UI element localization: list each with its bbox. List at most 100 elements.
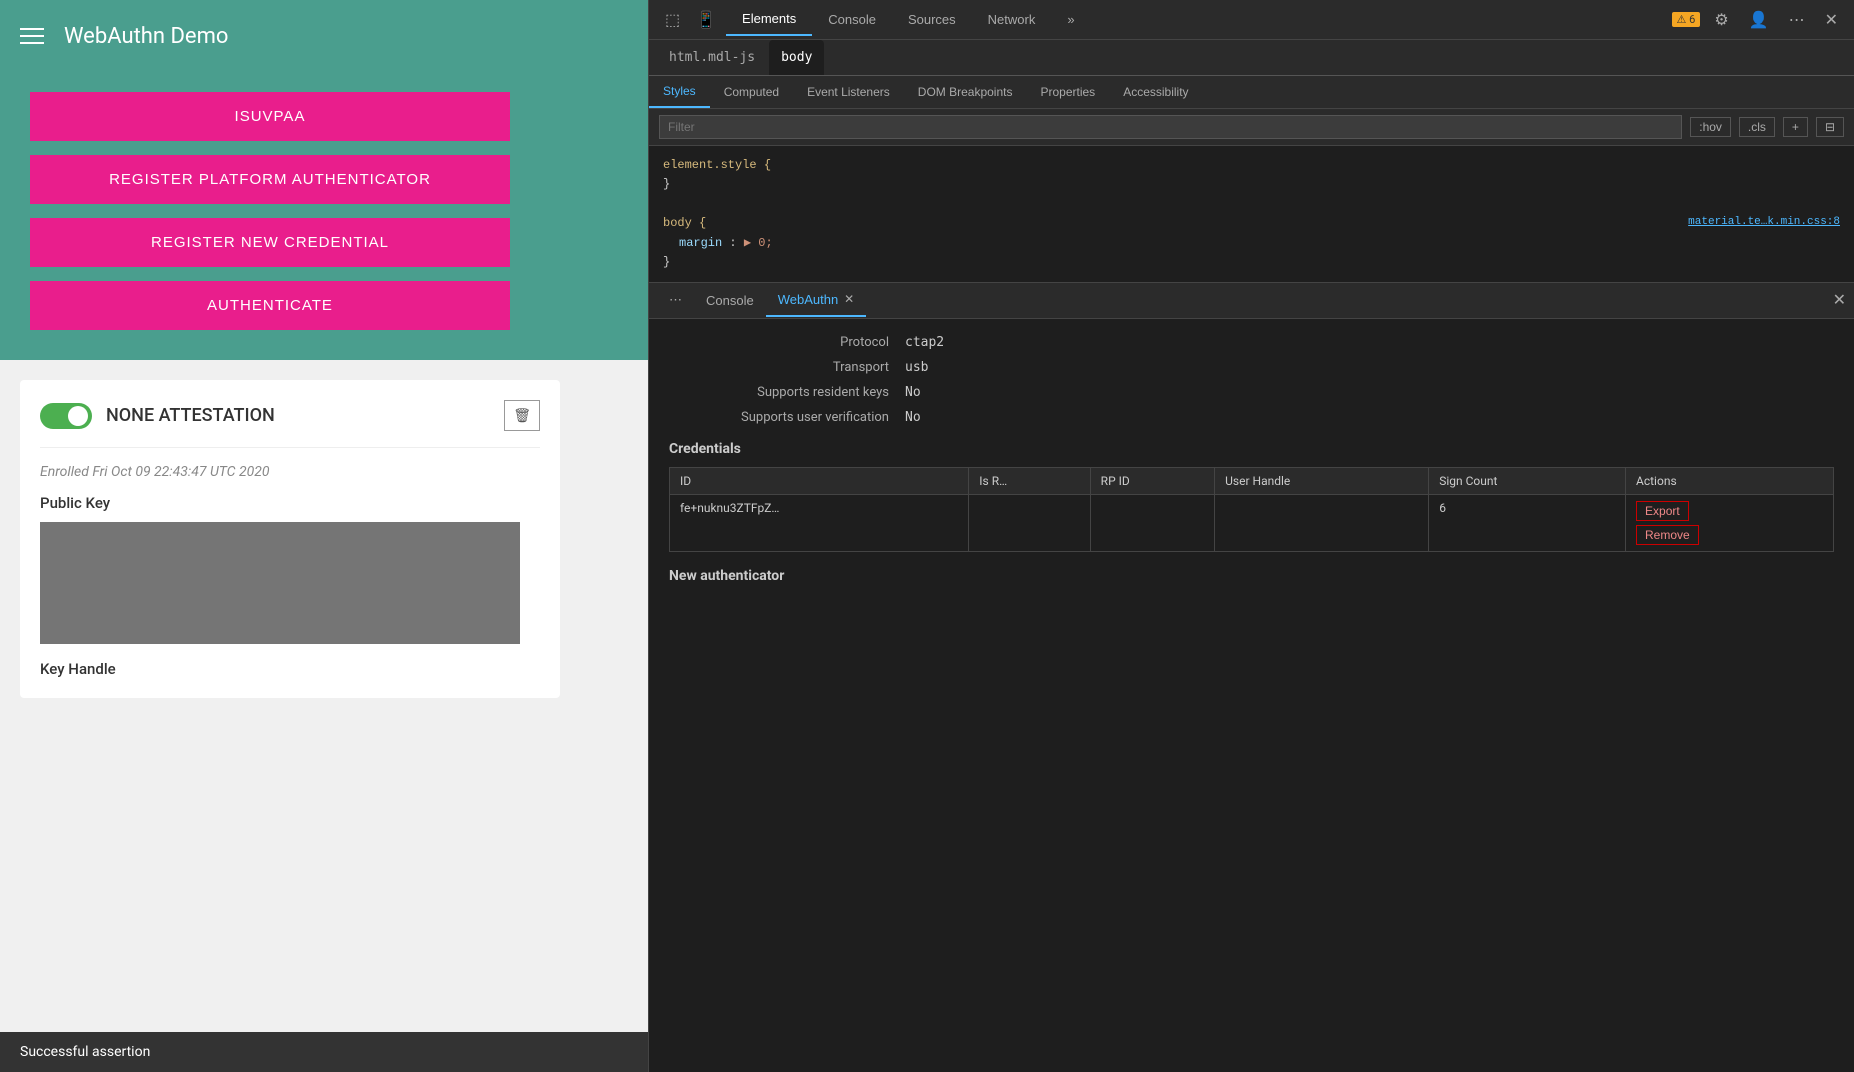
left-panel: WebAuthn Demo ISUVPAA REGISTER PLATFORM … bbox=[0, 0, 648, 1072]
feedback-icon[interactable]: 👤 bbox=[1743, 6, 1775, 34]
webauthn-panel: Protocol ctap2 Transport usb Supports re… bbox=[649, 319, 1854, 1072]
tab-styles[interactable]: Styles bbox=[649, 76, 710, 108]
enrolled-date: Enrolled Fri Oct 09 22:43:47 UTC 2020 bbox=[40, 464, 540, 480]
user-verification-row: Supports user verification No bbox=[669, 410, 1834, 425]
body-element-tab[interactable]: body bbox=[769, 40, 824, 75]
styles-tabs: Styles Computed Event Listeners DOM Brea… bbox=[649, 76, 1854, 109]
add-style-button[interactable]: + bbox=[1783, 117, 1808, 137]
user-verification-label: Supports user verification bbox=[669, 410, 889, 425]
filter-input[interactable] bbox=[659, 115, 1682, 139]
element-style-selector: element.style { bbox=[663, 158, 771, 172]
cursor-tool-icon[interactable]: ⬚ bbox=[659, 4, 686, 36]
public-key-box bbox=[40, 522, 520, 644]
buttons-section: ISUVPAA REGISTER PLATFORM AUTHENTICATOR … bbox=[0, 72, 648, 360]
source-link[interactable]: material.te…k.min.css:8 bbox=[1688, 214, 1840, 232]
body-style-block: body { material.te…k.min.css:8 margin : … bbox=[649, 204, 1854, 282]
hamburger-menu-icon[interactable] bbox=[20, 28, 44, 44]
settings-icon[interactable]: ⚙ bbox=[1708, 6, 1734, 34]
new-authenticator-title: New authenticator bbox=[669, 568, 1834, 584]
margin-property: margin bbox=[679, 236, 722, 250]
toolbar-right: ⚠ 6 ⚙ 👤 ⋯ ✕ bbox=[1672, 6, 1844, 34]
toggle-container: NONE ATTESTATION bbox=[40, 403, 275, 429]
tab-computed[interactable]: Computed bbox=[710, 76, 793, 108]
tab-sources[interactable]: Sources bbox=[892, 3, 972, 36]
credential-id: fe+nuknu3ZTFpZ… bbox=[670, 494, 969, 551]
more-tabs-button[interactable]: » bbox=[1051, 3, 1090, 36]
remove-credential-button[interactable]: Remove bbox=[1636, 525, 1699, 545]
isuv-button[interactable]: ISUVPAA bbox=[30, 92, 510, 141]
credential-sign-count: 6 bbox=[1429, 494, 1626, 551]
credentials-title: Credentials bbox=[669, 441, 1834, 457]
register-platform-button[interactable]: REGISTER PLATFORM AUTHENTICATOR bbox=[30, 155, 510, 204]
register-credential-button[interactable]: REGISTER NEW CREDENTIAL bbox=[30, 218, 510, 267]
margin-value: ▶ 0; bbox=[744, 236, 773, 250]
styles-filter-bar: :hov .cls + ⊟ bbox=[649, 109, 1854, 146]
bottom-tabs: ⋯ Console WebAuthn ✕ ✕ bbox=[649, 283, 1854, 319]
status-bar: Successful assertion bbox=[0, 1032, 648, 1072]
cls-button[interactable]: .cls bbox=[1739, 117, 1775, 137]
devtools-tabs: Elements Console Sources Network » bbox=[726, 3, 1091, 36]
status-message: Successful assertion bbox=[20, 1044, 150, 1060]
resident-keys-label: Supports resident keys bbox=[669, 385, 889, 400]
user-verification-value: No bbox=[905, 410, 921, 425]
close-devtools-button[interactable]: ✕ bbox=[1819, 6, 1844, 34]
webauthn-tab-close[interactable]: ✕ bbox=[844, 292, 854, 306]
elements-breadcrumb: html.mdl-js body bbox=[649, 40, 1854, 76]
body-selector: body { bbox=[663, 216, 706, 230]
col-id: ID bbox=[670, 467, 969, 494]
tab-properties[interactable]: Properties bbox=[1026, 76, 1109, 108]
protocol-value: ctap2 bbox=[905, 335, 944, 350]
credential-is-r bbox=[969, 494, 1090, 551]
attestation-toggle[interactable] bbox=[40, 403, 92, 429]
tab-dom-breakpoints[interactable]: DOM Breakpoints bbox=[904, 76, 1027, 108]
credential-user-handle bbox=[1215, 494, 1429, 551]
content-section: NONE ATTESTATION 🗑 Enrolled Fri Oct 09 2… bbox=[0, 360, 648, 1032]
bottom-more-button[interactable]: ⋯ bbox=[657, 284, 694, 316]
credential-row: fe+nuknu3ZTFpZ… 6 Export Remove bbox=[670, 494, 1834, 551]
webauthn-tab-label: WebAuthn bbox=[778, 292, 838, 307]
credential-rp-id bbox=[1090, 494, 1214, 551]
col-actions: Actions bbox=[1626, 467, 1834, 494]
col-rp-id: RP ID bbox=[1090, 467, 1214, 494]
devtools-panel: ⬚ 📱 Elements Console Sources Network » ⚠… bbox=[648, 0, 1854, 1072]
collapse-button[interactable]: ⊟ bbox=[1816, 117, 1844, 137]
close-bottom-panel-button[interactable]: ✕ bbox=[1833, 290, 1846, 310]
transport-label: Transport bbox=[669, 360, 889, 375]
transport-value: usb bbox=[905, 360, 928, 375]
col-sign-count: Sign Count bbox=[1429, 467, 1626, 494]
tab-network[interactable]: Network bbox=[972, 3, 1052, 36]
tab-event-listeners[interactable]: Event Listeners bbox=[793, 76, 904, 108]
tab-accessibility[interactable]: Accessibility bbox=[1109, 76, 1202, 108]
bottom-console-tab[interactable]: Console bbox=[694, 285, 766, 316]
authenticate-button[interactable]: AUTHENTICATE bbox=[30, 281, 510, 330]
card-title: NONE ATTESTATION bbox=[106, 405, 275, 426]
card-header: NONE ATTESTATION 🗑 bbox=[40, 400, 540, 448]
export-credential-button[interactable]: Export bbox=[1636, 501, 1689, 521]
protocol-label: Protocol bbox=[669, 335, 889, 350]
app-header: WebAuthn Demo bbox=[0, 0, 648, 72]
credential-actions: Export Remove bbox=[1626, 494, 1834, 551]
bottom-webauthn-tab[interactable]: WebAuthn ✕ bbox=[766, 284, 867, 317]
resident-keys-value: No bbox=[905, 385, 921, 400]
credentials-table: ID Is R… RP ID User Handle Sign Count Ac… bbox=[669, 467, 1834, 552]
device-tool-icon[interactable]: 📱 bbox=[690, 4, 722, 36]
more-options-icon[interactable]: ⋯ bbox=[1783, 6, 1811, 34]
app-title: WebAuthn Demo bbox=[64, 24, 228, 49]
resident-keys-row: Supports resident keys No bbox=[669, 385, 1834, 400]
hov-button[interactable]: :hov bbox=[1690, 117, 1731, 137]
key-handle-label: Key Handle bbox=[40, 660, 540, 678]
warning-badge: ⚠ 6 bbox=[1672, 12, 1701, 27]
transport-row: Transport usb bbox=[669, 360, 1834, 375]
credential-card: NONE ATTESTATION 🗑 Enrolled Fri Oct 09 2… bbox=[20, 380, 560, 698]
col-is-r: Is R… bbox=[969, 467, 1090, 494]
col-user-handle: User Handle bbox=[1215, 467, 1429, 494]
public-key-label: Public Key bbox=[40, 494, 540, 512]
tab-elements[interactable]: Elements bbox=[726, 3, 812, 36]
html-element-tab[interactable]: html.mdl-js bbox=[657, 40, 767, 75]
delete-credential-button[interactable]: 🗑 bbox=[504, 400, 540, 431]
devtools-toolbar: ⬚ 📱 Elements Console Sources Network » ⚠… bbox=[649, 0, 1854, 40]
bottom-panel: ⋯ Console WebAuthn ✕ ✕ Protocol ctap2 Tr… bbox=[649, 283, 1854, 1072]
element-style-block: element.style { } bbox=[649, 146, 1854, 204]
tab-console[interactable]: Console bbox=[812, 3, 892, 36]
protocol-row: Protocol ctap2 bbox=[669, 335, 1834, 350]
